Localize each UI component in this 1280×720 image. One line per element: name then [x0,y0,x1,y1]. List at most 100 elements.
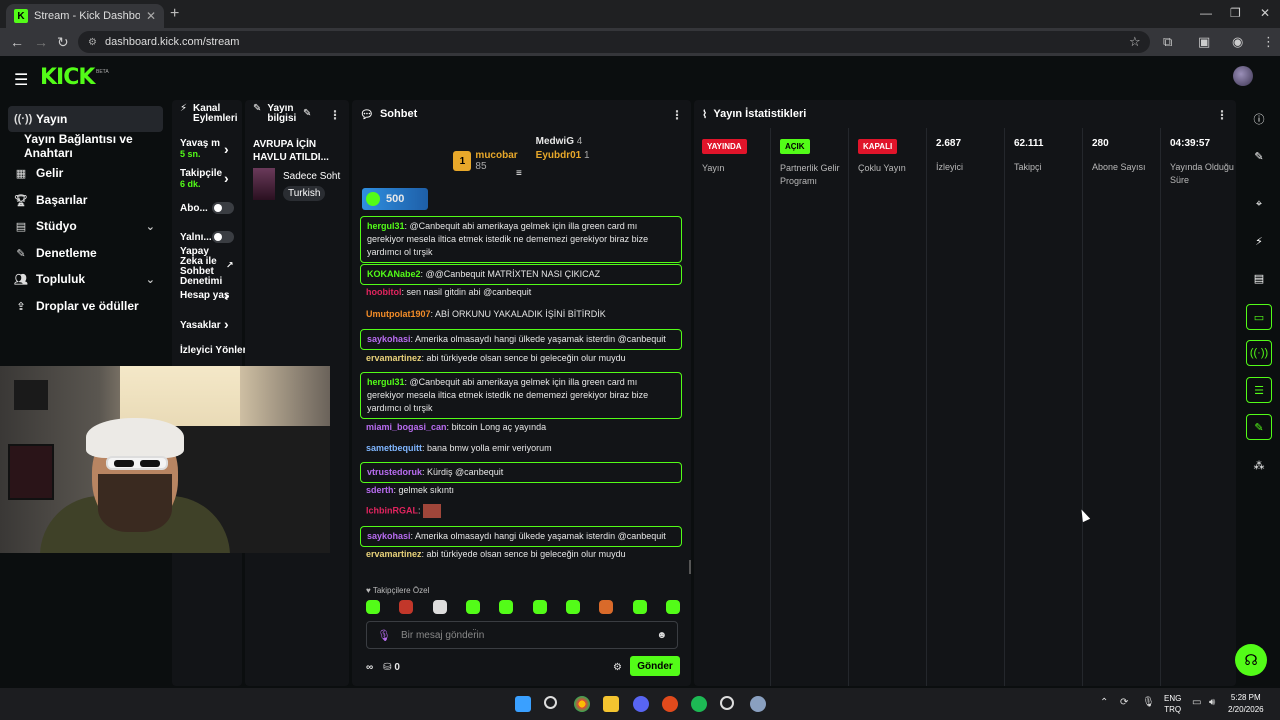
sidebar-item-achievements[interactable]: 🏆︎ Başarılar [8,187,163,213]
chat-username[interactable]: miami_bogasi_can [366,422,447,432]
chat-message[interactable]: miami_bogasi_can: bitcoin Long aç yayınd… [360,421,682,434]
network-icon[interactable]: ▭ [1192,697,1201,708]
filter-icon[interactable]: ≡ [516,168,522,179]
chat-message[interactable]: sametbequitt: bana bmw yolla emir veriyo… [360,442,682,455]
chat-scrollbar[interactable] [689,560,691,574]
send-button[interactable]: Gönder [630,656,680,676]
leaderboard-first[interactable]: 1 mucobar 85 [453,136,518,186]
focus-icon[interactable]: ⌖ [1246,191,1272,217]
chat-username[interactable]: sametbequitt [366,443,422,453]
emote-item[interactable] [499,600,514,614]
sidebar-item-moderation[interactable]: ✎ Denetleme [8,240,163,266]
maximize-icon[interactable]: ❐ [1230,6,1241,20]
close-window-icon[interactable]: ✕ [1260,6,1270,20]
volume-icon[interactable]: 🔊︎ [1209,697,1215,708]
sidebar-item-drops[interactable]: ⇪ Droplar ve ödüller [8,293,163,319]
chat-message[interactable]: vtrustedoruk: Kürdiş @canbequit [360,462,682,483]
chevron-right-icon[interactable]: › [224,316,229,332]
layout-rail-icon[interactable]: ☰ [1246,377,1272,403]
minimize-icon[interactable]: — [1200,6,1212,20]
chat-message[interactable]: Umutpolat1907: ABİ ORKUNU YAKALADIK İŞİN… [360,308,682,321]
lightning-icon[interactable]: ⚡︎ [1246,228,1272,254]
file-explorer-icon[interactable] [603,696,619,712]
sidebar-item-revenue[interactable]: ▦ Gelir [8,160,163,186]
tray-mic-icon[interactable]: 🎙︎ [1142,697,1155,708]
discord-icon[interactable] [633,696,649,712]
leaderboard-third[interactable]: Eyubdr01 1 [536,150,590,161]
chat-username[interactable]: sderth [366,485,394,495]
chat-message[interactable]: hoobitol: sen nasil gitdin abi @canbequi… [360,286,682,299]
chat-message[interactable]: hergul31: @Canbequit abi amerikaya gelme… [360,216,682,263]
kick-points[interactable]: ⛁ 0 [383,662,400,673]
bookmark-star-icon[interactable]: ☆ [1129,34,1141,50]
chat-message[interactable]: KOKANabe2: @@Canbequit MATRİXTEN NASI ÇI… [360,264,682,285]
emote-item[interactable] [366,600,380,614]
external-link-icon[interactable]: ↗ [226,260,234,271]
chat-username[interactable]: hergul31 [367,377,405,387]
chat-username[interactable]: ervamartinez [366,549,422,559]
tray-sync-icon[interactable]: ⟳ [1120,697,1128,708]
search-icon[interactable] [544,696,557,709]
ai-moderation-label[interactable]: Yapay Zeka ile Sohbet Denetimi [180,247,224,287]
emote-item[interactable] [399,600,414,614]
edit-icon[interactable]: ✎ [303,108,311,119]
chevron-right-icon[interactable]: › [224,170,229,186]
emote-item[interactable] [465,600,480,614]
category-name[interactable]: Sadece Soht [283,171,340,182]
bans-label[interactable]: Yasaklar [180,320,221,331]
brave-icon[interactable] [662,696,678,712]
user-avatar[interactable] [1233,66,1253,86]
emote-item[interactable] [665,600,680,614]
sidebar-item-stream[interactable]: ((·)) Yayın [8,106,163,132]
microphone-icon[interactable]: 🎙︎ [377,629,391,642]
obs-icon[interactable] [720,696,734,710]
chat-message[interactable]: ervamartinez: abi türkiyede olsan sence … [360,352,682,365]
emote-item[interactable] [432,600,447,614]
account-age-label[interactable]: Hesap yaş [180,290,229,301]
close-tab-icon[interactable]: ✕ [146,9,156,23]
sidebar-item-community[interactable]: 👥︎ Topluluk ⌄ [8,266,163,292]
edit-icon[interactable]: ✎ [1246,143,1272,169]
chat-message[interactable]: hergul31: @Canbequit abi amerikaya gelme… [360,372,682,419]
sidebar-item-studio[interactable]: ▤ Stüdyo ⌄ [8,213,163,239]
url-text[interactable]: dashboard.kick.com/stream [105,36,240,48]
emotes-only-toggle[interactable] [212,231,234,243]
url-bar[interactable]: ⚙ dashboard.kick.com/stream [78,31,1150,53]
chat-message[interactable]: IchbinRGAL: [360,504,682,518]
reload-icon[interactable]: ↻ [57,34,69,51]
wrench-rail-icon[interactable]: ✎ [1246,414,1272,440]
chat-message[interactable]: sderth: gelmek sıkıntı [360,484,682,497]
notes-icon[interactable]: ▤ [1246,265,1272,291]
info-icon[interactable]: ⓘ [1246,106,1272,132]
emoji-icon[interactable]: ☻ [656,630,667,641]
settings-app-icon[interactable] [750,696,766,712]
pinned-gift[interactable]: 500 [362,188,428,210]
infinity-icon[interactable]: ∞ [366,662,373,673]
emote-item[interactable] [632,600,647,614]
spotify-icon[interactable] [691,696,707,712]
language-indicator[interactable]: ENG TRQ [1164,693,1181,715]
forward-icon[interactable]: → [34,34,48,50]
chat-username[interactable]: saykohasi [367,531,411,541]
chevron-right-icon[interactable]: › [224,287,229,303]
category-thumbnail[interactable] [253,168,275,200]
chat-message[interactable]: saykohasi: Amerika olmasaydı hangi ülked… [360,329,682,350]
sidebar-item-stream-key[interactable]: Yayın Bağlantısı ve Anahtarı [8,132,173,160]
more-options-icon[interactable]: ⋮ [1216,108,1228,122]
chat-message[interactable]: ervamartinez: abi türkiyede olsan sence … [360,548,682,561]
broadcast-rail-icon[interactable]: ((·)) [1246,340,1272,366]
chat-rail-icon[interactable]: ▭ [1246,304,1272,330]
emote-item[interactable] [565,600,580,614]
chat-message[interactable]: saykohasi: Amerika olmasaydı hangi ülked… [360,526,682,547]
profile-icon[interactable]: ◉ [1232,34,1243,50]
windows-start-icon[interactable] [515,696,531,712]
chat-username[interactable]: hoobitol [366,287,402,297]
menu-icon[interactable]: ☰ [14,70,28,90]
chat-username[interactable]: vtrustedoruk [367,467,422,477]
community-rail-icon[interactable]: ⁂ [1246,452,1272,478]
system-clock[interactable]: 5:28 PM 2/20/2026 [1228,692,1264,716]
tray-chevron-icon[interactable]: ⌃ [1100,697,1108,708]
subscribers-only-toggle[interactable] [212,202,234,214]
browser-menu-icon[interactable]: ⋮ [1262,34,1275,50]
more-options-icon[interactable]: ⋮ [329,108,341,122]
